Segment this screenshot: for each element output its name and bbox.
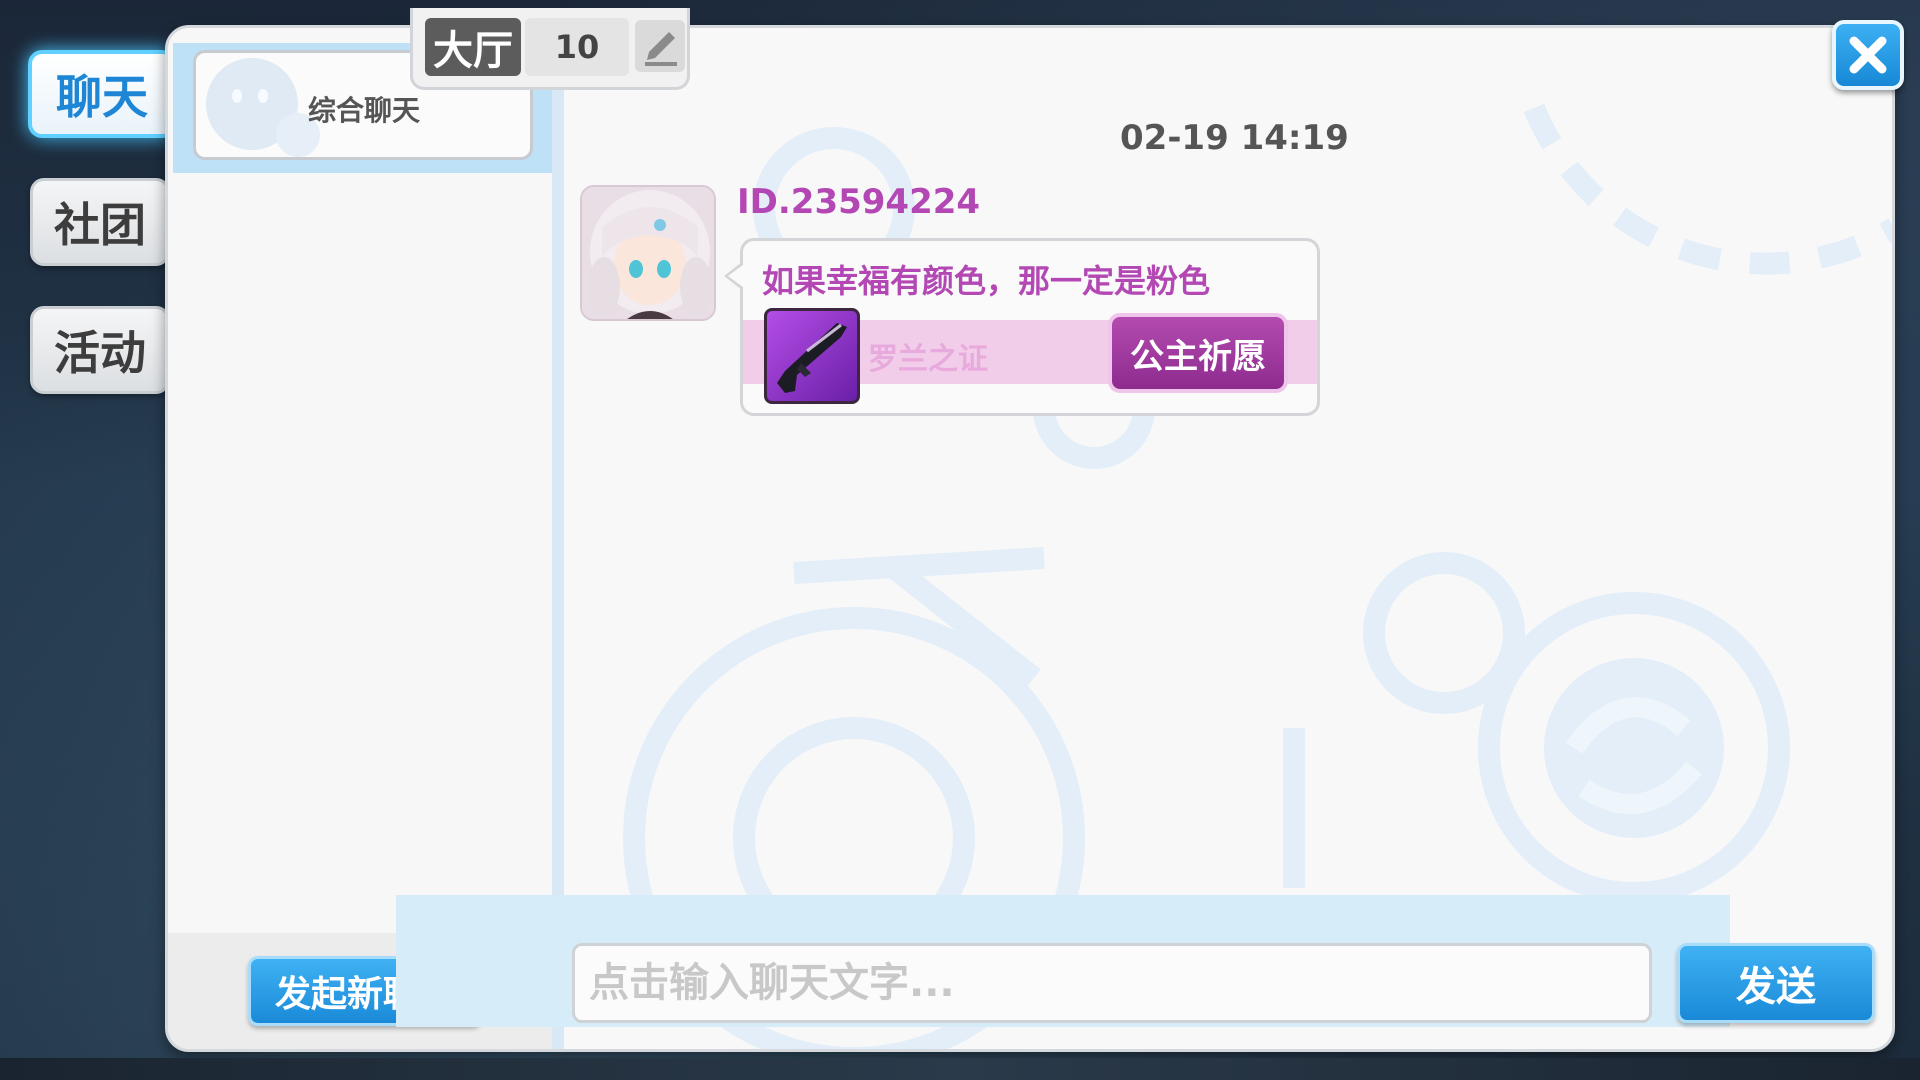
pencil-icon[interactable] (635, 20, 685, 72)
send-button[interactable]: 发送 (1677, 943, 1875, 1023)
channel-name-label: 大厅 (425, 18, 521, 76)
princess-wish-button[interactable]: 公主祈愿 (1108, 313, 1288, 393)
channel-header: 大厅 10 (410, 8, 690, 90)
background-footer (0, 1058, 1920, 1080)
chat-input[interactable] (572, 943, 1652, 1023)
item-name: 罗兰之证 (868, 342, 988, 377)
tab-club[interactable]: 社团 (30, 178, 170, 266)
message-text: 如果幸福有颜色，那一定是粉色 (762, 262, 1211, 300)
message-sender[interactable]: ID.23594224 (737, 182, 980, 222)
channel-label: 综合聊天 (308, 94, 421, 127)
rifle-icon[interactable] (764, 308, 860, 404)
close-button[interactable] (1832, 20, 1904, 90)
bubble-tail-inner (728, 265, 743, 287)
tab-chat[interactable]: 聊天 (28, 50, 176, 138)
tab-events[interactable]: 活动 (30, 306, 170, 394)
avatar[interactable] (580, 185, 716, 321)
message-timestamp: 02-19 14:19 (1120, 118, 1349, 158)
channel-count: 10 (525, 18, 629, 76)
close-icon (1849, 36, 1887, 74)
